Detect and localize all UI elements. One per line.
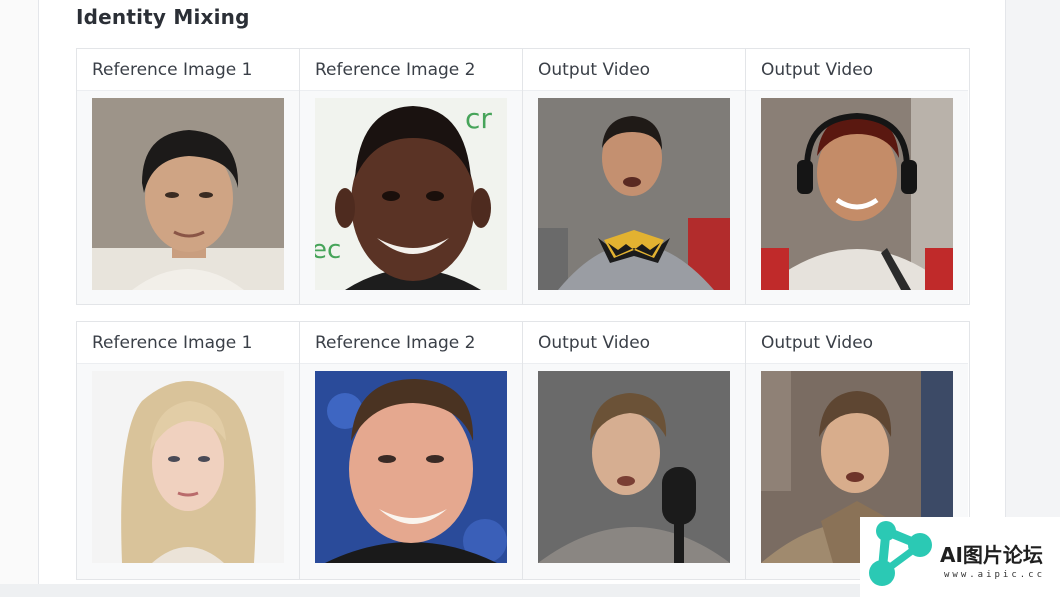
table-cell: Output Video	[523, 322, 746, 579]
reference-image-1[interactable]	[92, 98, 284, 290]
table-cell: Output Video	[523, 49, 746, 304]
table-cell: Reference Image 1	[77, 49, 300, 304]
table-cell: Reference Image 2	[300, 322, 523, 579]
page-left-margin	[0, 0, 38, 597]
watermark-url: www.aipic.cc	[944, 570, 1046, 580]
column-header: Reference Image 1	[77, 322, 299, 364]
reference-image-2[interactable]: cr ec	[315, 98, 507, 290]
column-header: Reference Image 1	[77, 49, 299, 91]
section-title: Identity Mixing	[76, 5, 250, 29]
output-video-frame[interactable]	[538, 371, 730, 563]
watermark-logo: AI图片论坛 www.aipic.cc	[860, 517, 1060, 597]
comparison-table-row-1: Reference Image 1 Reference Image 2 cr e…	[76, 48, 970, 305]
svg-text:ec: ec	[315, 235, 341, 265]
output-video-frame[interactable]	[761, 98, 953, 290]
table-cell: Reference Image 1	[77, 322, 300, 579]
comparison-table-row-2: Reference Image 1 Reference Image 2 Outp…	[76, 321, 970, 580]
column-header: Output Video	[523, 49, 745, 91]
watermark-title: AI图片论坛	[940, 543, 1043, 567]
column-header: Output Video	[746, 322, 968, 364]
svg-text:cr: cr	[465, 102, 492, 135]
column-header: Reference Image 2	[300, 322, 522, 364]
output-video-frame[interactable]	[538, 98, 730, 290]
table-cell: Output Video	[746, 49, 968, 304]
logo-molecule-icon	[869, 521, 932, 586]
reference-image-2[interactable]	[315, 371, 507, 563]
reference-image-1[interactable]	[92, 371, 284, 563]
column-header: Output Video	[746, 49, 968, 91]
column-header: Reference Image 2	[300, 49, 522, 91]
column-header: Output Video	[523, 322, 745, 364]
table-cell: Reference Image 2 cr ec	[300, 49, 523, 304]
